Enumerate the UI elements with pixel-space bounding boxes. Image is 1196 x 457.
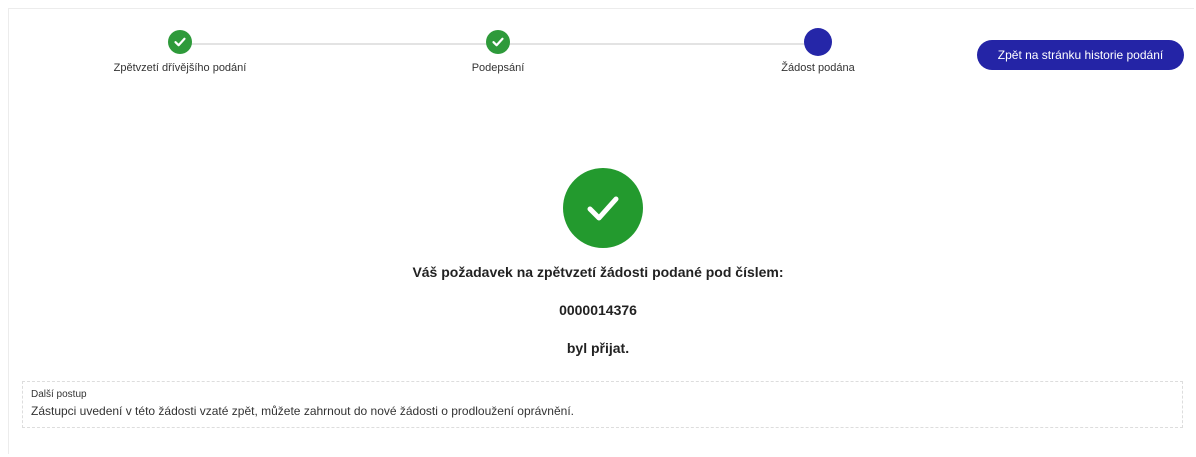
step-current-dot-icon <box>804 28 832 56</box>
step-done-check-icon <box>486 30 510 54</box>
step-withdrawal: Zpětvzetí dřívějšího podání <box>80 30 280 74</box>
step-signing: Podepsání <box>398 30 598 74</box>
step-label: Zpětvzetí dřívějšího podání <box>113 62 247 74</box>
next-steps-panel: Další postup Zástupci uvedení v této žád… <box>22 381 1183 428</box>
step-done-check-icon <box>168 30 192 54</box>
result-message: Váš požadavek na zpětvzetí žádosti podan… <box>412 264 784 280</box>
request-number: 0000014376 <box>559 302 637 318</box>
result-status: byl přijat. <box>566 340 630 356</box>
success-check-icon <box>563 168 643 248</box>
back-to-history-button[interactable]: Zpět na stránku historie podání <box>977 40 1184 70</box>
next-steps-text: Zástupci uvedení v této žádosti vzaté zp… <box>31 404 574 418</box>
step-submitted: Žádost podána <box>718 28 918 74</box>
step-label: Podepsání <box>471 62 525 74</box>
step-label: Žádost podána <box>781 62 855 74</box>
next-steps-title: Další postup <box>31 389 87 400</box>
